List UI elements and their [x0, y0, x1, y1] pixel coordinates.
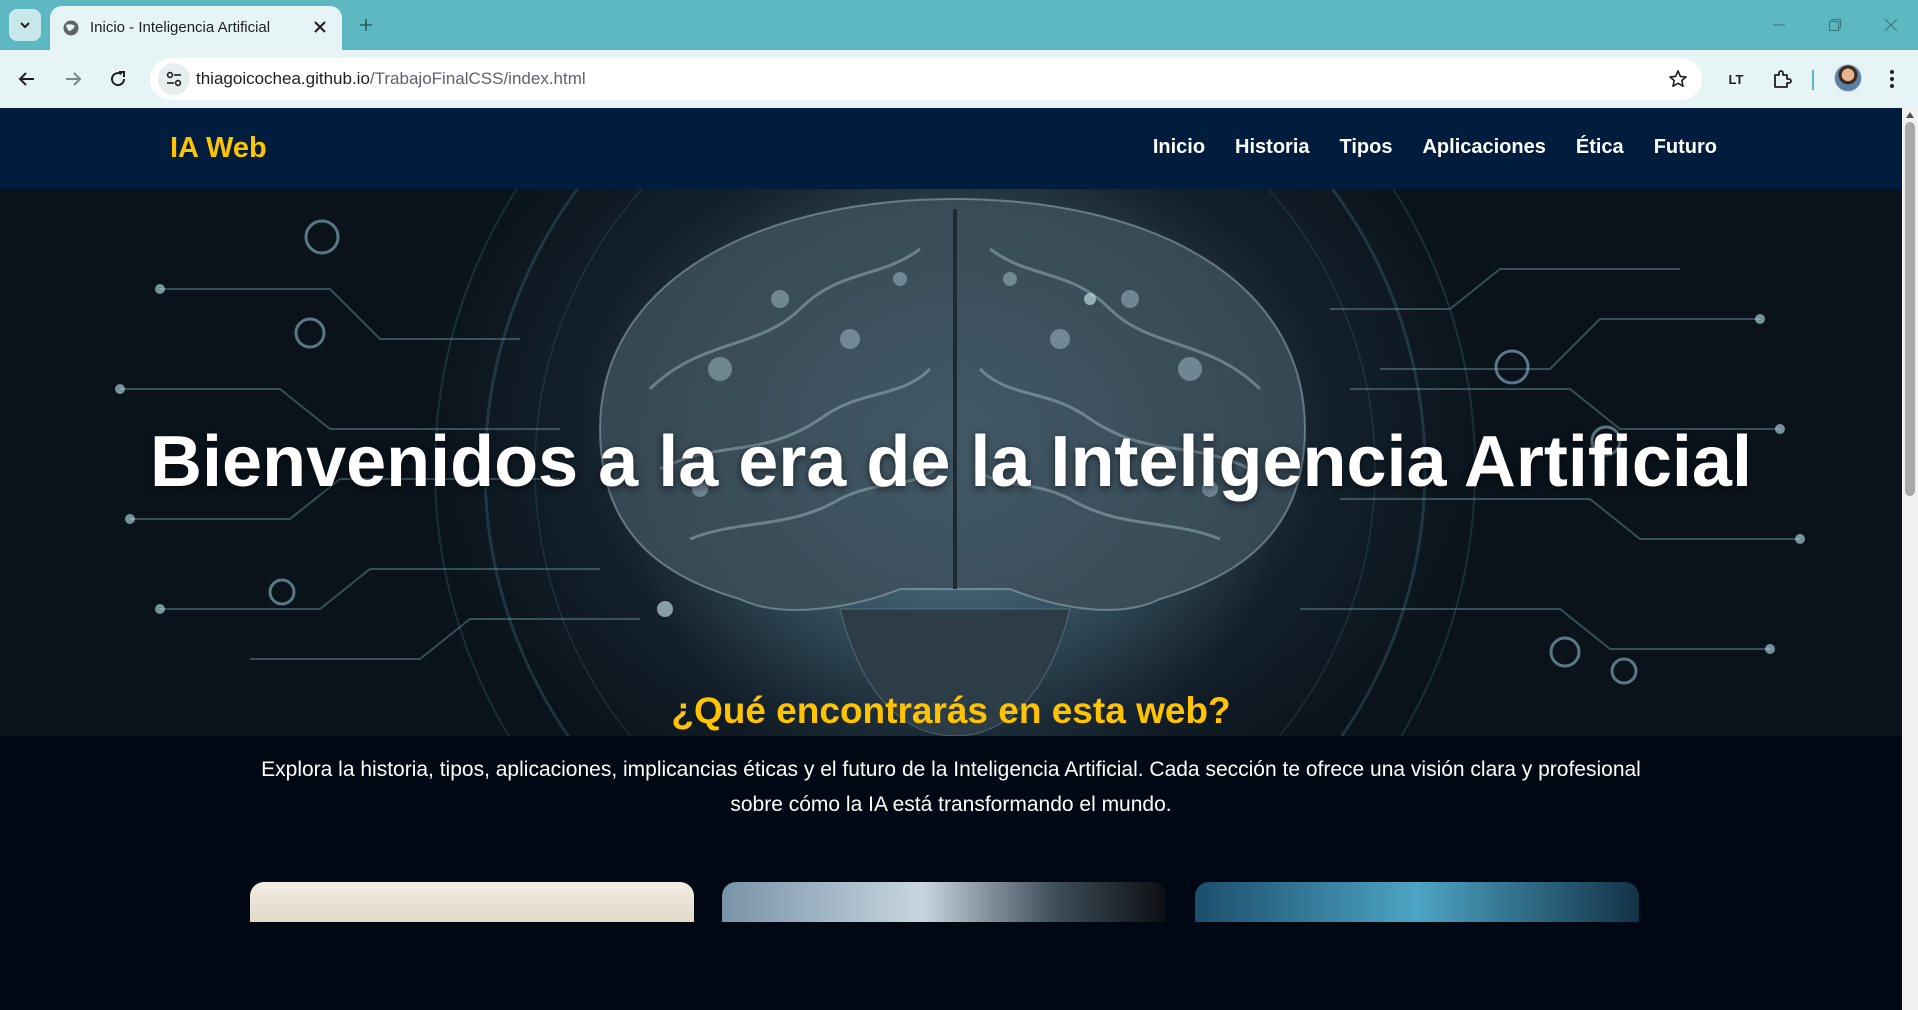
close-icon — [1884, 18, 1898, 32]
forward-icon — [66, 72, 82, 86]
close-window-button[interactable] — [1876, 10, 1906, 40]
tab-strip: Inicio - Inteligencia Artificial — [0, 0, 1918, 50]
tab-title: Inicio - Inteligencia Artificial — [90, 19, 271, 36]
feature-card-tipos[interactable] — [722, 882, 1166, 922]
hero-banner: Bienvenidos a la era de la Inteligencia … — [0, 189, 1902, 736]
globe-icon — [63, 20, 79, 36]
page-viewport: IA Web Inicio Historia Tipos Aplicacione… — [0, 108, 1902, 1010]
back-icon — [18, 72, 34, 86]
reload-icon — [111, 71, 126, 87]
nav-link-inicio[interactable]: Inicio — [1153, 136, 1205, 159]
nav-link-tipos[interactable]: Tipos — [1340, 136, 1393, 159]
site-info-button[interactable] — [158, 63, 190, 95]
close-icon — [314, 21, 326, 33]
intro-title: ¿Qué encontrarás en esta web? — [671, 690, 1231, 731]
site-logo[interactable]: IA Web — [170, 132, 267, 165]
url-text: thiagoicochea.github.io/TrabajoFinalCSS/… — [196, 69, 586, 89]
nav-link-futuro[interactable]: Futuro — [1654, 136, 1717, 159]
page-scrollbar[interactable] — [1902, 108, 1918, 1010]
reload-button[interactable] — [102, 63, 134, 95]
active-tab[interactable]: Inicio - Inteligencia Artificial — [50, 6, 342, 50]
extensions-icon — [1774, 70, 1792, 88]
site-settings-icon — [166, 71, 182, 87]
nav-link-historia[interactable]: Historia — [1235, 136, 1309, 159]
nav-link-etica[interactable]: Ética — [1576, 136, 1624, 159]
url-host: thiagoicochea.github.io — [196, 69, 370, 88]
feature-card-aplicaciones[interactable] — [1195, 882, 1639, 922]
site-nav: Inicio Historia Tipos Aplicaciones Ética… — [1153, 136, 1717, 159]
nav-link-aplicaciones[interactable]: Aplicaciones — [1422, 136, 1545, 159]
url-path: /TrabajoFinalCSS/index.html — [369, 69, 586, 88]
address-bar[interactable]: thiagoicochea.github.io/TrabajoFinalCSS/… — [150, 58, 1702, 100]
star-icon — [1669, 70, 1687, 87]
profile-avatar[interactable] — [1834, 64, 1862, 92]
more-icon — [1890, 70, 1894, 88]
site-header: IA Web Inicio Historia Tipos Aplicacione… — [0, 108, 1902, 189]
chevron-down-icon — [20, 22, 30, 29]
bookmark-button[interactable] — [1666, 67, 1690, 91]
feature-card-historia[interactable] — [250, 882, 694, 922]
intro-text: Explora la historia, tipos, aplicaciones… — [261, 758, 1641, 816]
scrollbar-thumb[interactable] — [1905, 122, 1915, 496]
close-tab-button[interactable] — [308, 15, 332, 39]
toolbar-divider — [1812, 70, 1814, 90]
languagetool-extension-button[interactable]: LT — [1720, 63, 1752, 95]
restore-icon — [1828, 18, 1842, 32]
minimize-button[interactable] — [1764, 10, 1794, 40]
browser-toolbar: thiagoicochea.github.io/TrabajoFinalCSS/… — [0, 50, 1918, 108]
scroll-up-arrow-icon[interactable] — [1906, 112, 1914, 118]
new-tab-button[interactable] — [352, 11, 380, 39]
minimize-icon — [1773, 24, 1785, 26]
browser-menu-button[interactable] — [1876, 63, 1908, 95]
extensions-button[interactable] — [1766, 63, 1798, 95]
tab-search-button[interactable] — [9, 9, 41, 41]
forward-button[interactable] — [57, 63, 89, 95]
back-button[interactable] — [11, 63, 43, 95]
restore-button[interactable] — [1820, 10, 1850, 40]
plus-icon — [360, 19, 372, 31]
languagetool-icon: LT — [1728, 71, 1744, 87]
hero-title: Bienvenidos a la era de la Inteligencia … — [150, 422, 1752, 502]
